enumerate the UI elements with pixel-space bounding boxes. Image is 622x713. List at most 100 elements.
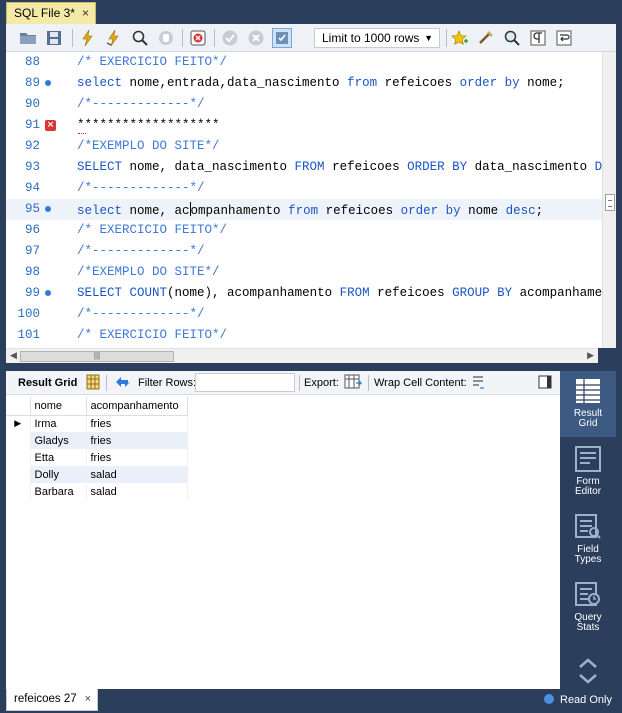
horizontal-scrollbar[interactable]: ◀ ||| ▶ bbox=[6, 348, 598, 363]
export-icon[interactable] bbox=[344, 374, 362, 390]
tab-sql-file[interactable]: SQL File 3* × bbox=[6, 2, 96, 24]
code-text: /* EXERCICIO FEITO*/ bbox=[77, 55, 228, 69]
query-stats-icon bbox=[575, 582, 600, 606]
table-cell[interactable]: Dolly bbox=[30, 466, 87, 483]
scroll-right-icon[interactable]: ▶ bbox=[587, 350, 594, 361]
table-cell[interactable]: fries bbox=[86, 432, 188, 449]
field-types-icon bbox=[575, 514, 601, 539]
limit-rows-select[interactable]: Limit to 1000 rows ▼ bbox=[314, 28, 440, 48]
editor-toolbar: Limit to 1000 rows ▼ bbox=[6, 24, 616, 52]
editor-line[interactable]: 88 /* EXERCICIO FEITO*/ bbox=[6, 52, 602, 73]
line-number: 101 bbox=[17, 328, 40, 342]
code-text: /*-------------*/ bbox=[77, 97, 205, 111]
table-cell[interactable]: Irma bbox=[30, 415, 87, 432]
table-row[interactable]: Barbara salad bbox=[6, 483, 188, 500]
statement-marker-icon bbox=[45, 290, 51, 296]
query-stats-button[interactable]: Query Stats bbox=[560, 575, 616, 641]
wrap-icon[interactable] bbox=[554, 28, 574, 48]
wrap-cell-label: Wrap Cell Content: bbox=[374, 377, 467, 389]
rollback-icon[interactable] bbox=[246, 28, 266, 48]
limit-rows-label: Limit to 1000 rows bbox=[322, 31, 420, 45]
editor-line[interactable]: 90 /*-------------*/ bbox=[6, 94, 602, 115]
syntax-error-icon[interactable]: × bbox=[45, 120, 56, 131]
explain-icon[interactable] bbox=[130, 28, 150, 48]
commit-icon[interactable] bbox=[220, 28, 240, 48]
table-row[interactable]: Dolly salad bbox=[6, 466, 188, 483]
editor-line[interactable]: 97 /*-------------*/ bbox=[6, 241, 602, 262]
result-grid-icon bbox=[576, 379, 600, 403]
refresh-icon[interactable] bbox=[114, 374, 132, 390]
execute-current-icon[interactable] bbox=[104, 28, 124, 48]
editor-line[interactable]: 95 select nome, acompanhamento from refei… bbox=[6, 199, 602, 220]
scroll-left-icon[interactable]: ◀ bbox=[10, 350, 17, 361]
close-result-tab-icon[interactable]: × bbox=[85, 693, 91, 705]
form-editor-button[interactable]: Form Editor bbox=[560, 439, 616, 505]
toggle-error-icon[interactable] bbox=[188, 28, 208, 48]
vertical-scrollbar-thumb[interactable] bbox=[605, 194, 615, 211]
code-text: /*-------------*/ bbox=[77, 181, 205, 195]
field-types-button[interactable]: Field Types bbox=[560, 507, 616, 573]
current-row-indicator-icon[interactable]: ▶ bbox=[6, 415, 31, 432]
table-cell[interactable]: fries bbox=[86, 449, 188, 466]
close-tab-icon[interactable]: × bbox=[82, 6, 89, 20]
result-tab[interactable]: refeicoes 27 × bbox=[6, 689, 98, 711]
open-folder-icon[interactable] bbox=[18, 28, 38, 48]
code-text: /*-------------*/ bbox=[77, 244, 205, 258]
column-header-acompanhamento[interactable]: acompanhamento bbox=[86, 397, 188, 416]
line-number: 93 bbox=[24, 160, 40, 174]
autocommit-icon[interactable] bbox=[272, 28, 292, 48]
table-cell[interactable]: Barbara bbox=[30, 483, 87, 500]
vertical-scrollbar[interactable] bbox=[602, 52, 616, 348]
result-grid[interactable]: nome acompanhamento ▶ Irma fries Gladys frie… bbox=[6, 395, 560, 689]
horizontal-scrollbar-thumb[interactable]: ||| bbox=[20, 351, 174, 362]
editor-line[interactable]: 91 × ******************* bbox=[6, 115, 602, 136]
table-row[interactable]: ▶ Irma fries bbox=[6, 415, 188, 432]
bookmark-icon[interactable] bbox=[450, 28, 470, 48]
toggle-panel-icon[interactable] bbox=[538, 374, 552, 390]
expand-panel-button[interactable] bbox=[560, 643, 616, 689]
table-cell[interactable]: Gladys bbox=[30, 432, 87, 449]
code-text: select nome,entrada,data_nascimento from… bbox=[77, 76, 565, 90]
row-header[interactable] bbox=[6, 449, 31, 466]
chevron-up-down-icon bbox=[579, 658, 597, 684]
editor-line[interactable]: 92 /*EXEMPLO DO SITE*/ bbox=[6, 136, 602, 157]
line-number: 99 bbox=[24, 286, 40, 300]
row-header[interactable] bbox=[6, 432, 31, 449]
code-text: /*EXEMPLO DO SITE*/ bbox=[77, 139, 220, 153]
filter-rows-input[interactable] bbox=[195, 373, 295, 392]
table-cell[interactable]: salad bbox=[86, 466, 188, 483]
editor-line[interactable]: 89 select nome,entrada,data_nascimento fr… bbox=[6, 73, 602, 94]
table-cell[interactable]: fries bbox=[86, 415, 188, 432]
row-header[interactable] bbox=[6, 466, 31, 483]
row-header[interactable] bbox=[6, 483, 31, 500]
editor-line[interactable]: 99 SELECT COUNT(nome), acompanhamento FRO… bbox=[6, 283, 602, 304]
editor-line[interactable]: 96 /* EXERCICIO FEITO*/ bbox=[6, 220, 602, 241]
table-row[interactable]: Etta fries bbox=[6, 449, 188, 466]
column-header-nome[interactable]: nome bbox=[30, 397, 87, 416]
editor-line[interactable]: 98 /*EXEMPLO DO SITE*/ bbox=[6, 262, 602, 283]
filter-rows-label: Filter Rows: bbox=[138, 377, 197, 389]
editor-line[interactable]: 94 /*-------------*/ bbox=[6, 178, 602, 199]
beautify-icon[interactable] bbox=[476, 28, 496, 48]
table-cell[interactable]: salad bbox=[86, 483, 188, 500]
stop-icon[interactable] bbox=[156, 28, 176, 48]
editor-line[interactable]: 93 SELECT nome, data_nascimento FROM refe… bbox=[6, 157, 602, 178]
save-icon[interactable] bbox=[44, 28, 64, 48]
editor-line[interactable]: 101 /* EXERCICIO FEITO*/ bbox=[6, 325, 602, 346]
execute-icon[interactable] bbox=[78, 28, 98, 48]
editor-line[interactable]: 100 /*-------------*/ bbox=[6, 304, 602, 325]
line-number: 91 bbox=[24, 118, 40, 132]
result-grid-label[interactable]: Result Grid bbox=[18, 377, 77, 389]
sql-editor[interactable]: 88 /* EXERCICIO FEITO*/ 89 select nome,entr… bbox=[6, 52, 616, 348]
grid-layout-icon[interactable] bbox=[86, 374, 100, 390]
table-row[interactable]: Gladys fries bbox=[6, 432, 188, 449]
code-text: /* EXERCICIO FEITO*/ bbox=[77, 328, 228, 342]
row-header-corner bbox=[6, 397, 31, 416]
form-editor-button-label2: Editor bbox=[574, 486, 602, 497]
wrap-cell-icon[interactable] bbox=[471, 374, 485, 390]
statement-marker-icon bbox=[45, 80, 51, 86]
find-icon[interactable] bbox=[502, 28, 522, 48]
table-cell[interactable]: Etta bbox=[30, 449, 87, 466]
invisible-chars-icon[interactable] bbox=[528, 28, 548, 48]
result-grid-button[interactable]: Result Grid bbox=[560, 371, 616, 437]
